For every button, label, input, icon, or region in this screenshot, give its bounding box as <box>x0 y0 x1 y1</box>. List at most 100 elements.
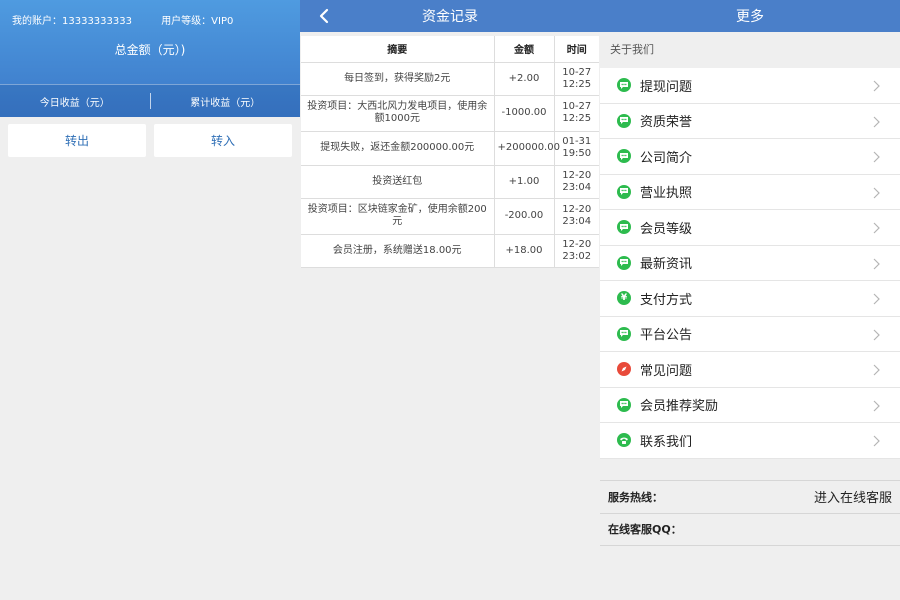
menu-item[interactable]: 最新资讯 <box>600 246 900 281</box>
more-panel: 更多 关于我们 提现问题资质荣誉公司简介营业执照会员等级最新资讯 ¥ 支付方式平台公… <box>600 0 900 600</box>
record-summary: 投资送红包 <box>301 165 495 199</box>
total-amount-label: 总金额（元）) <box>114 43 186 57</box>
compass-icon <box>617 362 631 377</box>
withdraw-button[interactable]: 转出 <box>8 124 146 157</box>
chevron-right-icon <box>873 364 880 376</box>
record-date: 12-20 <box>562 204 592 215</box>
fund-records-panel: 资金记录 摘要 金额 时间 每日签到，获得奖励2元 +2.00 10-27 12:25… <box>300 0 600 600</box>
chat-bubble-icon <box>617 326 631 341</box>
chevron-right-icon <box>873 187 880 198</box>
record-summary: 投资项目：区块链家金矿，使用余额200元 <box>301 198 495 235</box>
chevron-right-icon <box>873 435 880 447</box>
menu-item[interactable]: 营业执照 <box>600 175 900 210</box>
records-header-row: 摘要 金额 时间 <box>301 36 599 63</box>
yen-icon: ¥ <box>617 291 631 306</box>
record-summary: 提现失败，返还金额200000.00元 <box>301 131 495 166</box>
records-title: 资金记录 <box>422 9 478 25</box>
back-arrow-icon[interactable] <box>316 8 332 24</box>
phone-icon <box>617 433 631 448</box>
record-date: 01-31 <box>562 136 592 147</box>
record-summary: 每日签到，获得奖励2元 <box>301 62 495 96</box>
menu-item-label: 公司简介 <box>640 150 693 166</box>
more-title: 更多 <box>736 9 764 25</box>
menu-item-label: 资质荣誉 <box>640 115 693 131</box>
record-date: 12-20 <box>562 238 592 250</box>
about-us-section-label: 关于我们 <box>610 43 654 56</box>
menu-item[interactable]: 资质荣誉 <box>600 104 900 139</box>
menu-item[interactable]: 常见问题 <box>600 352 900 388</box>
menu-item-label: 最新资讯 <box>640 257 693 273</box>
menu-item-label: 营业执照 <box>640 186 693 202</box>
chevron-right-icon <box>873 293 880 305</box>
chevron-right-icon <box>873 151 880 163</box>
chevron-right-icon <box>873 329 880 340</box>
deposit-button[interactable]: 转入 <box>154 124 292 157</box>
records-table: 摘要 金额 时间 每日签到，获得奖励2元 +2.00 10-27 12:25 投资项目：… <box>301 36 599 268</box>
record-row: 投资项目：大西北风力发电项目，使用余额1000元 -1000.00 10-27 12:… <box>301 95 599 132</box>
qq-label: 在线客服QQ： <box>608 523 682 536</box>
record-row: 会员注册，系统赠送18.00元 +18.00 12-20 23:02 <box>301 234 599 268</box>
record-time: 10-27 12:25 <box>554 62 599 96</box>
record-clock: 12:25 <box>562 113 592 124</box>
menu-item-label: 会员等级 <box>640 221 693 237</box>
summary-header: 摘要 <box>301 36 495 63</box>
record-time: 12-20 23:02 <box>554 234 599 268</box>
record-row: 每日签到，获得奖励2元 +2.00 10-27 12:25 <box>301 62 599 96</box>
record-time: 01-31 19:50 <box>554 131 599 166</box>
chevron-right-icon <box>873 80 880 92</box>
menu-item-label: 提现问题 <box>640 79 693 95</box>
chevron-right-icon <box>873 258 880 269</box>
chat-bubble-icon <box>617 397 631 412</box>
records-title-bar: 资金记录 <box>300 0 600 32</box>
menu-item[interactable]: 会员等级 <box>600 210 900 246</box>
chat-bubble-icon <box>617 220 631 235</box>
menu-item[interactable]: 提现问题 <box>600 68 900 104</box>
account-actions: 转出 转入 <box>0 117 300 164</box>
record-clock: 23:04 <box>562 216 592 227</box>
menu-item[interactable]: 联系我们 <box>600 423 900 459</box>
service-info: 服务热线： 进入在线客服 在线客服QQ： <box>600 479 900 546</box>
account-number: 我的账户：13333333333 <box>12 16 132 27</box>
menu-item-label: 会员推荐奖励 <box>640 399 719 415</box>
more-menu: 提现问题资质荣誉公司简介营业执照会员等级最新资讯 ¥ 支付方式平台公告常见问题会员推… <box>600 68 900 459</box>
chat-bubble-icon <box>617 255 631 270</box>
record-amount: +18.00 <box>494 234 555 268</box>
record-date: 12-20 <box>562 169 592 181</box>
menu-item[interactable]: ¥ 支付方式 <box>600 281 900 317</box>
record-clock: 12:25 <box>562 78 592 90</box>
menu-item[interactable]: 会员推荐奖励 <box>600 388 900 423</box>
chevron-right-icon <box>873 222 880 234</box>
record-clock: 23:02 <box>562 250 592 262</box>
account-header: 我的账户：13333333333 用户等级：VIP0 总金额（元）) 今日收益（… <box>0 0 300 117</box>
record-time: 12-20 23:04 <box>554 198 599 235</box>
menu-item-label: 平台公告 <box>640 328 693 344</box>
qq-row: 在线客服QQ： <box>600 512 900 546</box>
record-clock: 23:04 <box>562 181 592 193</box>
app-screen: 我的账户：13333333333 用户等级：VIP0 总金额（元）) 今日收益（… <box>0 0 900 600</box>
record-amount: -1000.00 <box>494 95 555 132</box>
record-summary: 投资项目：大西北风力发电项目，使用余额1000元 <box>301 95 495 132</box>
time-header: 时间 <box>554 36 599 63</box>
online-service-link[interactable]: 进入在线客服 <box>814 487 892 506</box>
today-earnings-label: 今日收益（元） <box>39 97 110 109</box>
amount-header: 金额 <box>494 36 555 63</box>
account-panel: 我的账户：13333333333 用户等级：VIP0 总金额（元）) 今日收益（… <box>0 0 300 600</box>
menu-item-label: 支付方式 <box>640 292 693 308</box>
chat-bubble-icon <box>617 113 631 128</box>
record-amount: +1.00 <box>494 165 555 199</box>
menu-item[interactable]: 平台公告 <box>600 317 900 352</box>
user-level: 用户等级：VIP0 <box>161 16 234 27</box>
record-time: 10-27 12:25 <box>554 95 599 132</box>
earnings-row: 今日收益（元） 累计收益（元） <box>0 84 300 117</box>
hotline-row: 服务热线： 进入在线客服 <box>600 479 900 513</box>
chat-bubble-icon <box>617 149 631 164</box>
record-time: 12-20 23:04 <box>554 165 599 199</box>
record-row: 投资送红包 +1.00 12-20 23:04 <box>301 165 599 199</box>
record-row: 提现失败，返还金额200000.00元 +200000.00 01-31 19:50 <box>301 131 599 166</box>
record-amount: +200000.00 <box>494 131 560 166</box>
record-date: 10-27 <box>562 101 592 112</box>
record-amount: +2.00 <box>494 62 555 96</box>
chat-bubble-icon <box>617 78 631 93</box>
hotline-label: 服务热线： <box>608 490 663 504</box>
menu-item[interactable]: 公司简介 <box>600 139 900 175</box>
